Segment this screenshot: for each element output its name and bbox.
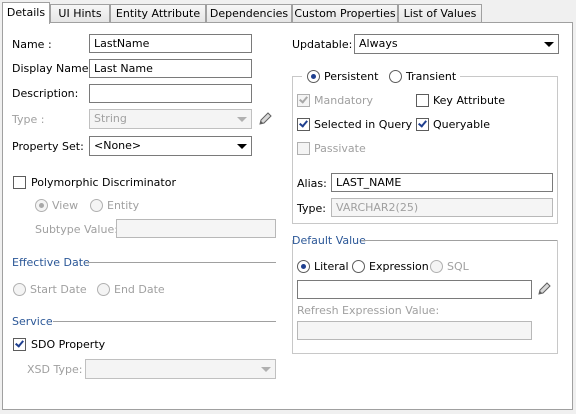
property-set-label: Property Set: — [12, 140, 84, 153]
display-name-label: Display Name: — [12, 62, 93, 75]
xsd-type-select — [85, 359, 276, 379]
persistent-radio[interactable] — [307, 70, 320, 83]
refresh-expression-label: Refresh Expression Value: — [297, 304, 440, 317]
selected-in-query-label: Selected in Query — [314, 118, 413, 131]
updatable-value: Always — [359, 37, 398, 50]
start-date-radio — [13, 283, 26, 296]
tab-details[interactable]: Details — [2, 2, 50, 24]
start-date-label: Start Date — [30, 283, 87, 296]
checkmark-icon — [15, 338, 24, 348]
tab-dependencies[interactable]: Dependencies — [206, 4, 292, 23]
description-label: Description: — [12, 87, 79, 100]
chevron-down-icon — [544, 42, 554, 47]
subtype-value-label: Subtype Value: — [35, 223, 118, 236]
updatable-label: Updatable: — [292, 38, 353, 51]
tab-custom-properties[interactable]: Custom Properties — [292, 4, 398, 23]
sdo-property-label: SDO Property — [31, 338, 106, 351]
polymorphic-label: Polymorphic Discriminator — [31, 176, 176, 189]
radio-selected-dot — [39, 203, 44, 208]
sdo-property-checkbox[interactable] — [13, 338, 26, 351]
column-type-label: Type: — [297, 202, 326, 215]
sql-label: SQL — [447, 260, 469, 273]
effective-date-divider — [86, 262, 276, 263]
checkmark-icon — [418, 118, 427, 128]
name-field[interactable]: LastName — [89, 34, 252, 53]
persistent-label: Persistent — [324, 70, 379, 83]
sql-radio — [430, 260, 443, 273]
edit-pencil-icon[interactable] — [536, 281, 552, 297]
xsd-type-label: XSD Type: — [27, 363, 83, 376]
end-date-radio — [97, 283, 110, 296]
key-attribute-checkbox[interactable] — [416, 94, 429, 107]
radio-selected-dot — [311, 74, 316, 79]
property-set-select[interactable]: <None> — [89, 136, 252, 156]
view-radio — [35, 199, 48, 212]
effective-date-section: Effective Date — [12, 256, 90, 269]
type-label: Type : — [12, 113, 45, 126]
queryable-label: Queryable — [433, 118, 490, 131]
service-divider — [53, 321, 276, 322]
tab-bar: Details UI Hints Entity Attribute Depend… — [0, 0, 576, 24]
transient-label: Transient — [406, 70, 457, 83]
property-set-value: <None> — [94, 139, 142, 152]
edit-pencil-icon[interactable] — [257, 111, 273, 127]
column-type-field: VARCHAR2(25) — [331, 198, 553, 217]
default-value-field[interactable] — [297, 280, 532, 299]
updatable-select[interactable]: Always — [354, 34, 559, 54]
literal-label: Literal — [314, 260, 349, 273]
selected-in-query-checkbox[interactable] — [297, 118, 310, 131]
description-field[interactable] — [89, 84, 252, 103]
subtype-value-field — [116, 219, 276, 238]
mandatory-checkbox — [297, 94, 310, 107]
chevron-down-icon — [261, 367, 271, 372]
entity-radio — [90, 199, 103, 212]
tab-ui-hints[interactable]: UI Hints — [50, 4, 110, 23]
chevron-down-icon — [237, 144, 247, 149]
expression-radio[interactable] — [352, 260, 365, 273]
view-label: View — [52, 199, 79, 212]
radio-selected-dot — [301, 264, 306, 269]
tab-list-of-values[interactable]: List of Values — [398, 4, 482, 23]
passivate-checkbox — [297, 142, 310, 155]
refresh-expression-field — [297, 321, 532, 340]
alias-field[interactable]: LAST_NAME — [331, 173, 553, 192]
service-section: Service — [12, 315, 53, 328]
tab-entity-attribute[interactable]: Entity Attribute — [110, 4, 206, 23]
checkmark-icon — [299, 118, 308, 128]
checkmark-icon — [299, 94, 308, 104]
key-attribute-label: Key Attribute — [433, 94, 506, 107]
entity-label: Entity — [107, 199, 140, 212]
literal-radio[interactable] — [297, 260, 310, 273]
display-name-field[interactable]: Last Name — [89, 59, 252, 78]
passivate-label: Passivate — [314, 142, 366, 155]
end-date-label: End Date — [114, 283, 165, 296]
mandatory-label: Mandatory — [314, 94, 374, 107]
polymorphic-checkbox[interactable] — [13, 176, 26, 189]
alias-label: Alias: — [297, 177, 327, 190]
type-select: String — [89, 109, 252, 129]
queryable-checkbox[interactable] — [416, 118, 429, 131]
name-label: Name : — [12, 38, 52, 51]
expression-label: Expression — [369, 260, 429, 273]
chevron-down-icon — [237, 117, 247, 122]
type-select-value: String — [94, 112, 127, 125]
transient-radio[interactable] — [389, 70, 402, 83]
